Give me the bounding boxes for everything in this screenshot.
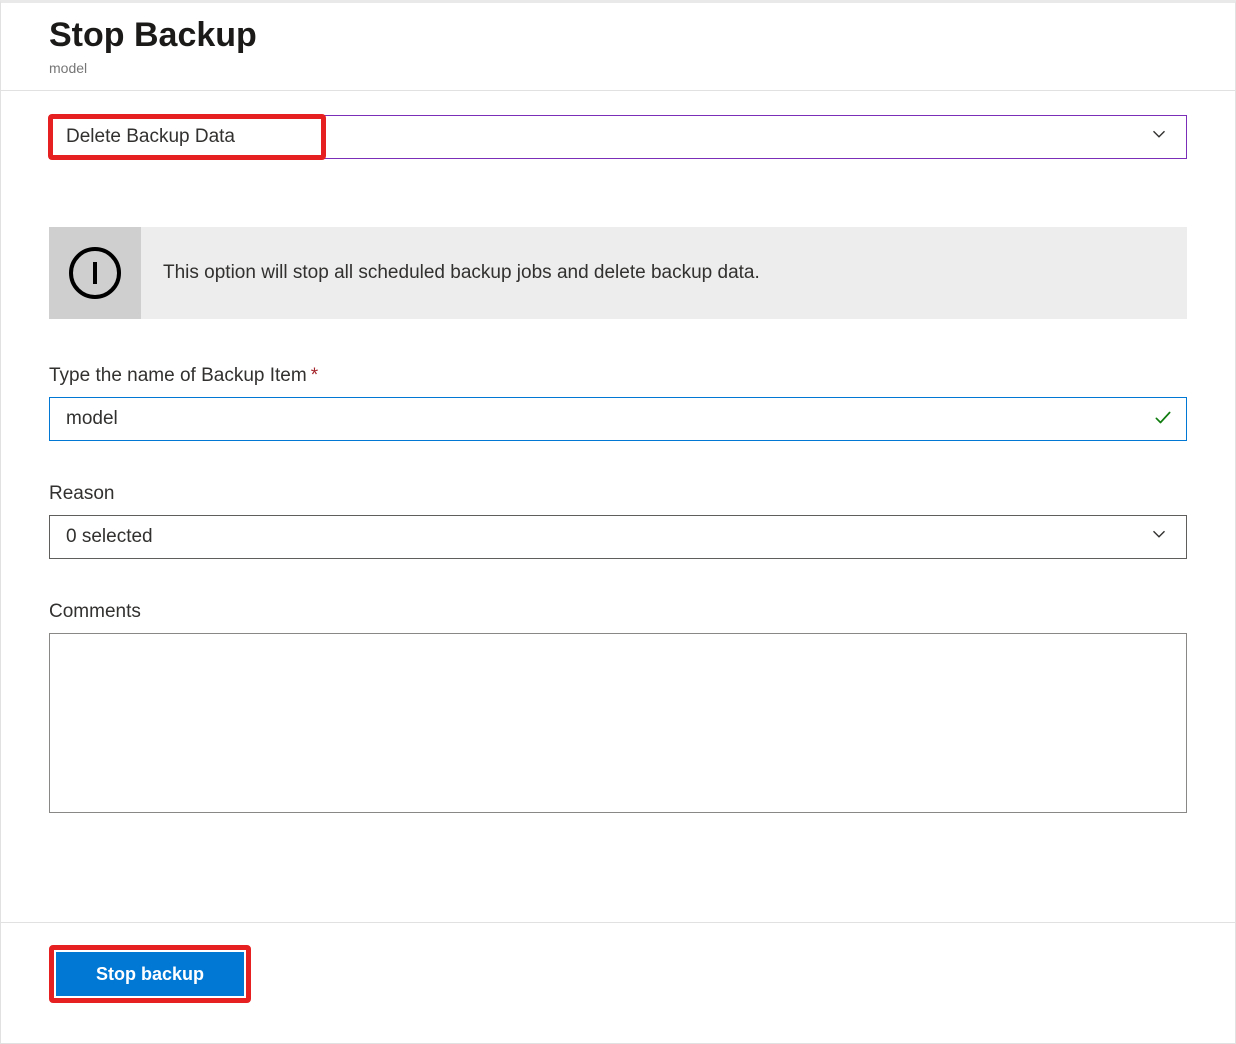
- backup-item-name-input[interactable]: [49, 397, 1187, 441]
- panel-content: Delete Backup Data This option will stop…: [1, 91, 1235, 882]
- page-title: Stop Backup: [49, 15, 1187, 56]
- backup-action-dropdown[interactable]: Delete Backup Data: [49, 115, 1187, 159]
- chevron-down-icon: [1148, 523, 1170, 551]
- backup-action-selected: Delete Backup Data: [66, 126, 235, 148]
- field-label-comments: Comments: [49, 601, 1187, 623]
- field-comments: Comments: [49, 601, 1187, 816]
- info-banner: This option will stop all scheduled back…: [49, 227, 1187, 319]
- field-label-backup-item-name: Type the name of Backup Item*: [49, 365, 1187, 387]
- required-asterisk-icon: *: [311, 365, 318, 386]
- info-banner-text: This option will stop all scheduled back…: [141, 227, 782, 319]
- chevron-down-icon: [1148, 123, 1170, 151]
- panel-footer: Stop backup: [1, 922, 1235, 1043]
- stop-backup-button[interactable]: Stop backup: [56, 952, 244, 996]
- field-label-reason: Reason: [49, 483, 1187, 505]
- reason-selected: 0 selected: [66, 526, 153, 548]
- info-icon: [49, 227, 141, 319]
- highlight-annotation: Stop backup: [49, 945, 251, 1003]
- stop-backup-panel: Stop Backup model Delete Backup Data Thi…: [0, 0, 1236, 1044]
- reason-dropdown[interactable]: 0 selected: [49, 515, 1187, 559]
- field-backup-item-name: Type the name of Backup Item*: [49, 365, 1187, 441]
- page-subtitle: model: [49, 60, 1187, 76]
- comments-textarea[interactable]: [49, 633, 1187, 813]
- field-reason: Reason 0 selected: [49, 483, 1187, 559]
- panel-header: Stop Backup model: [1, 3, 1235, 90]
- checkmark-icon: [1153, 407, 1173, 430]
